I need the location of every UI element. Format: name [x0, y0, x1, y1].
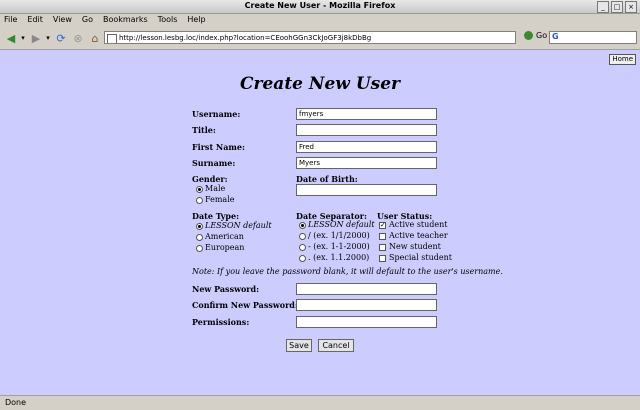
username-input[interactable]: fmyers — [296, 108, 437, 120]
address-url: http://lesson.lesbg.loc/index.php?locati… — [119, 34, 372, 42]
menu-view[interactable]: View — [48, 14, 77, 25]
search-box[interactable]: G — [549, 31, 637, 44]
page-favicon-icon — [107, 34, 117, 43]
page-title: Create New User — [240, 74, 400, 94]
status-active-teacher-label: Active teacher — [389, 231, 448, 240]
separator-lesson-radio[interactable] — [299, 222, 306, 229]
menu-bar: File Edit View Go Bookmarks Tools Help — [0, 14, 640, 26]
status-bar: Done — [0, 395, 640, 410]
separator-dash-label: - (ex. 1-1-2000) — [308, 242, 370, 251]
window-titlebar: Create New User - Mozilla Firefox _ □ × — [0, 0, 640, 14]
title-label: Title: — [192, 125, 216, 135]
title-input[interactable] — [296, 124, 437, 136]
menu-edit[interactable]: Edit — [22, 14, 48, 25]
status-special-student-label: Special student — [389, 253, 452, 262]
gender-label: Gender: — [192, 174, 228, 184]
close-icon[interactable]: × — [625, 1, 637, 13]
menu-file[interactable]: File — [0, 14, 22, 25]
separator-slash-label: / (ex. 1/1/2000) — [308, 231, 370, 240]
date-type-american-radio[interactable] — [196, 234, 203, 241]
gender-male-radio[interactable] — [196, 186, 203, 193]
surname-input[interactable]: Myers — [296, 157, 437, 169]
permissions-label: Permissions: — [192, 317, 250, 327]
cancel-button[interactable]: Cancel — [318, 339, 354, 352]
permissions-input[interactable] — [296, 316, 437, 328]
separator-dot-radio[interactable] — [299, 255, 306, 262]
home-button[interactable]: Home — [609, 54, 636, 65]
save-button[interactable]: Save — [286, 339, 312, 352]
go-button[interactable]: Go — [524, 31, 547, 40]
status-text: Done — [5, 398, 27, 407]
minimize-icon[interactable]: _ — [597, 1, 609, 13]
status-active-teacher-checkbox[interactable] — [379, 233, 386, 240]
confirm-password-input[interactable] — [296, 299, 437, 311]
first-name-label: First Name: — [192, 142, 245, 152]
reload-icon[interactable]: ⟳ — [53, 30, 69, 46]
password-note: Note: If you leave the password blank, i… — [192, 267, 503, 276]
forward-dropdown-icon[interactable]: ▾ — [44, 30, 52, 46]
menu-go[interactable]: Go — [77, 14, 98, 25]
new-password-input[interactable] — [296, 283, 437, 295]
date-type-european-label: European — [205, 243, 245, 252]
separator-dot-label: . (ex. 1.1.2000) — [308, 253, 370, 262]
gender-male-label: Male — [205, 184, 226, 193]
date-type-label: Date Type: — [192, 211, 240, 221]
navigation-toolbar: ◀ ▾ ▶ ▾ ⟳ ⊗ ⌂ http://lesson.lesbg.loc/in… — [0, 27, 640, 50]
menu-help[interactable]: Help — [182, 14, 210, 25]
date-type-lesson-label: LESSON default — [205, 221, 272, 230]
dob-label: Date of Birth: — [296, 174, 358, 184]
first-name-input[interactable]: Fred — [296, 141, 437, 153]
maximize-icon[interactable]: □ — [611, 1, 623, 13]
status-active-student-label: Active student — [389, 220, 448, 229]
stop-icon[interactable]: ⊗ — [70, 30, 86, 46]
gender-female-radio[interactable] — [196, 197, 203, 204]
forward-icon[interactable]: ▶ — [28, 30, 44, 46]
separator-slash-radio[interactable] — [299, 233, 306, 240]
gender-female-label: Female — [205, 195, 235, 204]
status-new-student-label: New student — [389, 242, 441, 251]
status-active-student-checkbox[interactable]: ✓ — [379, 222, 386, 229]
address-bar[interactable]: http://lesson.lesbg.loc/index.php?locati… — [104, 31, 516, 44]
go-icon — [524, 31, 533, 40]
separator-lesson-label: LESSON default — [308, 220, 375, 229]
window-title: Create New User - Mozilla Firefox — [244, 1, 396, 10]
surname-label: Surname: — [192, 158, 236, 168]
confirm-password-label: Confirm New Password: — [192, 300, 298, 310]
status-new-student-checkbox[interactable] — [379, 244, 386, 251]
menu-tools[interactable]: Tools — [153, 14, 183, 25]
go-label: Go — [536, 31, 548, 40]
page-content: Home Create New User Username: fmyers Ti… — [0, 50, 640, 395]
google-search-icon: G — [552, 32, 559, 41]
new-password-label: New Password: — [192, 284, 260, 294]
back-dropdown-icon[interactable]: ▾ — [19, 30, 27, 46]
back-icon[interactable]: ◀ — [3, 30, 19, 46]
date-type-lesson-radio[interactable] — [196, 223, 203, 230]
status-special-student-checkbox[interactable] — [379, 255, 386, 262]
menu-bookmarks[interactable]: Bookmarks — [98, 14, 153, 25]
dob-input[interactable] — [296, 184, 437, 196]
date-type-european-radio[interactable] — [196, 245, 203, 252]
date-type-american-label: American — [205, 232, 244, 241]
separator-dash-radio[interactable] — [299, 244, 306, 251]
home-icon[interactable]: ⌂ — [87, 30, 103, 46]
username-label: Username: — [192, 109, 241, 119]
window-controls: _ □ × — [595, 1, 637, 13]
